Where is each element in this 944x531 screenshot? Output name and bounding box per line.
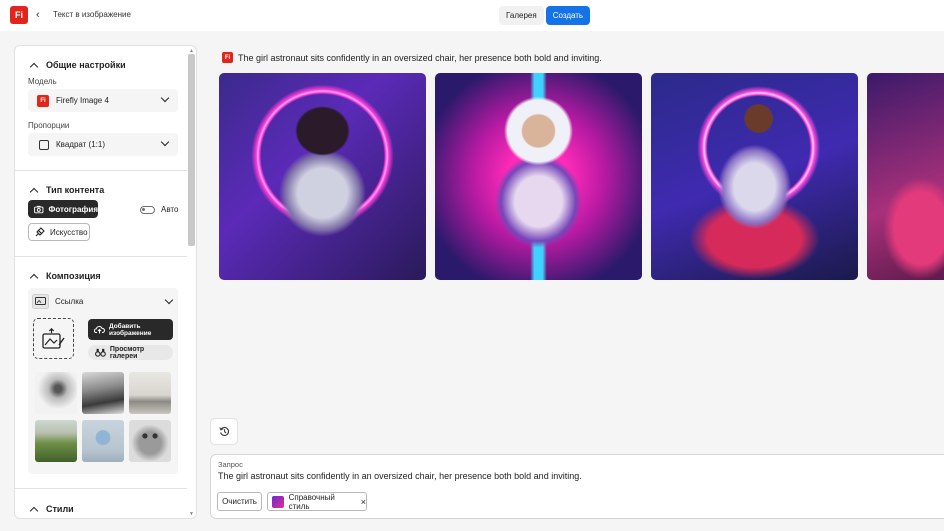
model-value: Firefly Image 4 bbox=[56, 96, 109, 105]
square-icon bbox=[39, 139, 49, 150]
panel-scrollbar-thumb[interactable] bbox=[188, 54, 195, 246]
reference-type-value: Ссылка bbox=[55, 296, 84, 306]
composition-reference-panel: Ссылка Добавить изображение Просмотр гал… bbox=[28, 288, 178, 474]
mode-switch: Галерея Создать bbox=[499, 6, 591, 25]
model-select[interactable]: Fi Firefly Image 4 bbox=[28, 89, 178, 112]
art-label: Искусство bbox=[50, 227, 88, 237]
generated-image-3[interactable] bbox=[651, 73, 858, 280]
divider bbox=[15, 170, 187, 171]
upload-image-slot[interactable] bbox=[33, 318, 74, 359]
binoculars-icon bbox=[95, 348, 106, 357]
history-button[interactable] bbox=[210, 418, 238, 445]
camera-icon bbox=[34, 205, 44, 213]
chevron-up-icon bbox=[29, 62, 39, 71]
aspect-select[interactable]: Квадрат (1:1) bbox=[28, 133, 178, 156]
result-prompt-text: The girl astronaut sits confidently in a… bbox=[238, 52, 602, 63]
firefly-model-icon: Fi bbox=[37, 94, 49, 107]
thumbnail-sphere-on-pedestal[interactable] bbox=[82, 420, 124, 462]
top-bar: Fi ‹ Текст в изображение Галерея Создать bbox=[0, 0, 944, 31]
toggle-knob bbox=[142, 208, 145, 211]
thumbnail-owl-sketch[interactable] bbox=[129, 420, 171, 462]
chevron-down-icon bbox=[160, 93, 170, 103]
close-icon[interactable]: × bbox=[361, 497, 366, 507]
section-general-header[interactable]: Общие настройки bbox=[29, 60, 126, 71]
chevron-down-icon bbox=[164, 295, 174, 305]
auto-label: Авто bbox=[161, 205, 179, 214]
section-styles-header[interactable]: Стили bbox=[29, 504, 74, 515]
chevron-up-icon bbox=[29, 506, 39, 515]
thumbnail-mountain-mist[interactable] bbox=[82, 372, 124, 414]
art-button[interactable]: Искусство bbox=[28, 223, 90, 241]
prompt-input[interactable]: The girl astronaut sits confidently in a… bbox=[218, 471, 582, 481]
add-image-label: Добавить изображение bbox=[109, 322, 152, 337]
page-title: Текст в изображение bbox=[53, 10, 131, 19]
model-label: Модель bbox=[28, 77, 57, 86]
section-styles-title: Стили bbox=[46, 504, 74, 514]
photo-label: Фотография bbox=[48, 204, 98, 214]
reference-style-chip[interactable]: Справочный стиль × bbox=[267, 492, 367, 511]
reference-icon bbox=[32, 293, 49, 309]
section-general-title: Общие настройки bbox=[46, 60, 126, 70]
prompt-label: Запрос bbox=[218, 460, 243, 469]
aspect-value: Квадрат (1:1) bbox=[56, 140, 105, 149]
generated-image-4[interactable] bbox=[867, 73, 944, 280]
style-thumbnail bbox=[272, 495, 284, 508]
browse-gallery-label: Просмотр галереи bbox=[109, 345, 145, 360]
create-button[interactable]: Создать bbox=[545, 6, 591, 25]
firefly-model-icon: Fi bbox=[222, 52, 233, 63]
section-composition-header[interactable]: Композиция bbox=[29, 271, 101, 282]
history-icon bbox=[218, 426, 229, 437]
scroll-down-icon[interactable]: ▼ bbox=[189, 511, 194, 517]
thumbnail-living-room[interactable] bbox=[129, 372, 171, 414]
thumbnail-bird-sketch[interactable] bbox=[35, 372, 77, 414]
prompt-editor[interactable]: Запрос The girl astronaut sits confident… bbox=[210, 454, 944, 519]
gallery-button[interactable]: Галерея bbox=[499, 6, 544, 25]
photo-button[interactable]: Фотография bbox=[28, 200, 98, 218]
divider bbox=[15, 256, 187, 257]
reference-type-select[interactable]: Ссылка bbox=[32, 292, 178, 310]
chevron-down-icon bbox=[160, 137, 170, 147]
section-content-type-title: Тип контента bbox=[46, 185, 105, 195]
section-content-type-header[interactable]: Тип контента bbox=[29, 185, 105, 196]
firefly-logo[interactable]: Fi bbox=[10, 6, 28, 24]
chevron-left-icon[interactable]: ‹ bbox=[36, 8, 48, 22]
generated-image-1[interactable] bbox=[219, 73, 426, 280]
chevron-up-icon bbox=[29, 273, 39, 282]
result-prompt: Fi The girl astronaut sits confidently i… bbox=[222, 52, 602, 63]
image-upload-icon bbox=[41, 327, 65, 349]
add-image-button[interactable]: Добавить изображение bbox=[88, 319, 173, 340]
generated-image-2[interactable] bbox=[435, 73, 642, 280]
reference-style-label: Справочный стиль bbox=[288, 492, 335, 511]
aspect-label: Пропорции bbox=[28, 121, 70, 130]
clear-button[interactable]: Очистить bbox=[217, 492, 262, 511]
divider bbox=[15, 488, 187, 489]
cloud-upload-icon bbox=[94, 326, 105, 334]
auto-toggle[interactable] bbox=[140, 206, 155, 214]
settings-panel: Общие настройки Модель Fi Firefly Image … bbox=[14, 45, 197, 519]
thumbnail-green-field[interactable] bbox=[35, 420, 77, 462]
browse-gallery-button[interactable]: Просмотр галереи bbox=[88, 345, 173, 360]
chevron-up-icon bbox=[29, 187, 39, 196]
section-composition-title: Композиция bbox=[46, 271, 101, 281]
brush-icon bbox=[35, 227, 45, 237]
